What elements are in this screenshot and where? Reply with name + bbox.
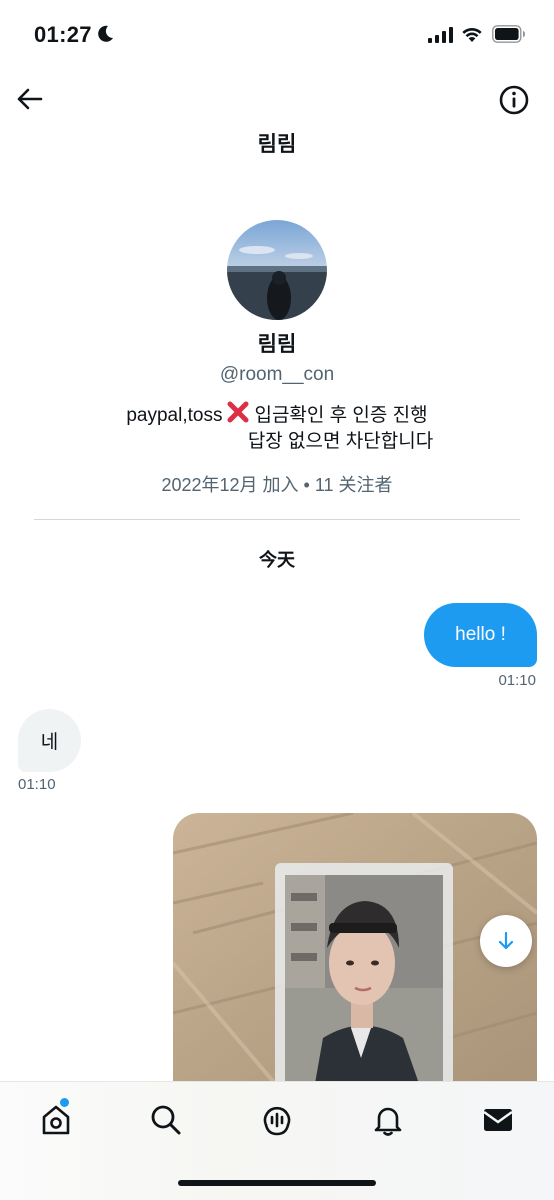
message-timestamp: 01:10: [498, 672, 536, 689]
header-title: 림림: [257, 133, 297, 156]
profile-handle: @room__con: [219, 364, 335, 385]
tab-home[interactable]: [36, 1098, 76, 1140]
avatar[interactable]: [227, 220, 327, 320]
date-separator: 今天: [259, 550, 295, 570]
divider: [34, 519, 520, 520]
battery-icon: [492, 25, 525, 43]
tab-notifications[interactable]: [368, 1100, 408, 1140]
search-icon: [151, 1105, 181, 1135]
status-bar: 01:27: [0, 0, 554, 70]
profile-name: 림림: [257, 333, 297, 356]
tab-messages[interactable]: [478, 1100, 518, 1140]
message-timestamp: 01:10: [18, 776, 56, 793]
back-button[interactable]: [12, 84, 46, 114]
avatar-image: [227, 220, 327, 320]
moon-icon: [98, 25, 113, 42]
tab-spaces[interactable]: [257, 1100, 297, 1140]
tab-search[interactable]: [146, 1100, 186, 1140]
incoming-message-bubble[interactable]: 네: [18, 709, 81, 772]
outgoing-message-bubble[interactable]: hello !: [424, 603, 537, 667]
home-badge-dot: [60, 1098, 69, 1107]
info-icon[interactable]: [497, 83, 531, 117]
bio-text-payment: paypal,toss: [126, 405, 223, 426]
home-icon: [42, 1105, 70, 1135]
scroll-to-bottom-button[interactable]: [480, 915, 532, 967]
profile-card: 림림 @room__con paypal,toss 입금확인 후 인증 진행 답장…: [0, 220, 554, 497]
spaces-icon: [263, 1106, 291, 1136]
wifi-icon: [462, 27, 482, 42]
cellular-signal-icon: [428, 27, 453, 43]
bio-line-2: 답장 없으면 차단합니다: [247, 431, 434, 452]
bio-text-verify: 입금확인 후 인증 진행: [254, 405, 428, 426]
bell-icon: [374, 1107, 402, 1136]
profile-join-followers: 2022年12月 加入 • 11 关注者: [161, 475, 393, 495]
bio-line-1: paypal,toss 입금확인 후 인증 진행: [0, 400, 554, 429]
conversation-header: 림림: [0, 70, 554, 180]
status-time: 01:27: [34, 22, 92, 47]
home-indicator: [178, 1180, 376, 1186]
cross-mark-icon: [227, 401, 249, 423]
envelope-icon: [483, 1109, 513, 1131]
back-arrow-icon: [17, 88, 43, 110]
profile-bio: paypal,toss 입금확인 후 인증 진행 답장 없으면 차단합니다: [0, 400, 554, 455]
arrow-down-icon: [498, 931, 514, 950]
